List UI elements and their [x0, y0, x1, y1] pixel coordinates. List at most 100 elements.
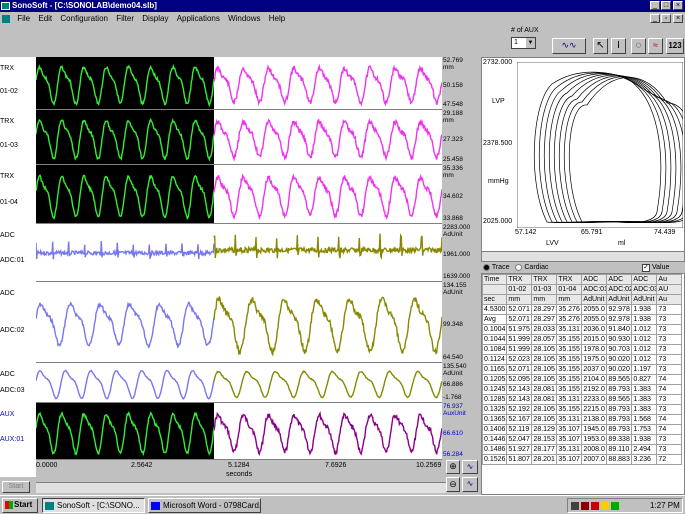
- table-cell[interactable]: 2055.0: [581, 304, 608, 315]
- table-cell[interactable]: 0.1526: [482, 454, 508, 465]
- trace-trx-1[interactable]: [36, 110, 442, 165]
- trace-aux-6[interactable]: [36, 403, 442, 460]
- table-cell[interactable]: 92.978: [606, 314, 633, 325]
- table-cell[interactable]: 2192.0: [581, 384, 608, 395]
- menu-file[interactable]: File: [14, 12, 33, 25]
- doc-icon[interactable]: [0, 12, 12, 25]
- table-cell[interactable]: 52.167: [506, 414, 533, 425]
- table-cell[interactable]: 1.012: [631, 344, 658, 355]
- menu-applications[interactable]: Applications: [174, 12, 223, 25]
- table-cell[interactable]: [482, 284, 508, 295]
- table-cell[interactable]: 1945.0: [581, 424, 608, 435]
- table-cell[interactable]: 1978.0: [581, 344, 608, 355]
- table-cell[interactable]: 28.297: [531, 304, 558, 315]
- start-menu-button[interactable]: Start: [2, 498, 38, 513]
- table-cell[interactable]: 91.840: [606, 324, 633, 335]
- table-cell[interactable]: 52.023: [506, 354, 533, 365]
- table-cell[interactable]: 2055.0: [581, 314, 608, 325]
- table-cell[interactable]: 73: [656, 354, 683, 365]
- zoom-out-button[interactable]: ⊖: [446, 477, 460, 492]
- zoom-in-button[interactable]: ⊕: [446, 460, 460, 474]
- table-cell[interactable]: 4.5300: [482, 304, 508, 315]
- table-cell[interactable]: 2037.0: [581, 364, 608, 375]
- doc-close-button[interactable]: ×: [673, 14, 683, 23]
- tray-icon-1[interactable]: [571, 502, 579, 510]
- table-cell[interactable]: 51.999: [506, 334, 533, 345]
- table-cell[interactable]: 0.1365: [482, 414, 508, 425]
- menu-windows[interactable]: Windows: [225, 12, 263, 25]
- waves-tool-button[interactable]: ≈: [648, 38, 663, 54]
- table-cell[interactable]: 35.155: [556, 364, 583, 375]
- menu-configuration[interactable]: Configuration: [57, 12, 111, 25]
- zoom-wave2-button[interactable]: ∿: [462, 477, 478, 492]
- table-cell[interactable]: 52.143: [506, 394, 533, 405]
- table-cell[interactable]: ADC: [581, 274, 608, 285]
- table-cell[interactable]: 73: [656, 334, 683, 345]
- table-cell[interactable]: 2.494: [631, 444, 658, 455]
- table-cell[interactable]: ADC: [631, 274, 658, 285]
- table-cell[interactable]: 35.276: [556, 314, 583, 325]
- table-cell[interactable]: 88.883: [606, 454, 633, 465]
- table-cell[interactable]: 73: [656, 444, 683, 455]
- pointer-tool-button[interactable]: ↖: [593, 38, 608, 54]
- table-cell[interactable]: 51.999: [506, 344, 533, 355]
- table-cell[interactable]: ADC:02: [606, 284, 633, 295]
- menu-edit[interactable]: Edit: [35, 12, 55, 25]
- table-cell[interactable]: 0.1084: [482, 344, 508, 355]
- table-cell[interactable]: mm: [556, 294, 583, 305]
- app-icon[interactable]: [1, 2, 10, 10]
- minimize-button[interactable]: _: [650, 1, 660, 10]
- table-cell[interactable]: Au: [656, 274, 683, 285]
- table-cell[interactable]: 2007.0: [581, 454, 608, 465]
- table-cell[interactable]: AdUnit: [581, 294, 608, 305]
- table-cell[interactable]: 01-04: [556, 284, 583, 295]
- table-cell[interactable]: 28.201: [531, 454, 558, 465]
- table-cell[interactable]: 92.978: [606, 304, 633, 315]
- table-cell[interactable]: AU: [656, 284, 683, 295]
- table-cell[interactable]: 1.012: [631, 324, 658, 335]
- table-cell[interactable]: 51.975: [506, 324, 533, 335]
- table-cell[interactable]: 90.020: [606, 354, 633, 365]
- table-cell[interactable]: 35.155: [556, 354, 583, 365]
- table-cell[interactable]: mm: [506, 294, 533, 305]
- table-cell[interactable]: 1.568: [631, 414, 658, 425]
- table-cell[interactable]: ADC:01: [581, 284, 608, 295]
- table-cell[interactable]: 28.105: [531, 374, 558, 385]
- doc-restore-button[interactable]: ▫: [661, 14, 671, 23]
- table-cell[interactable]: 89.110: [606, 444, 633, 455]
- table-cell[interactable]: 0.1205: [482, 374, 508, 385]
- table-cell[interactable]: 52.071: [506, 364, 533, 375]
- table-cell[interactable]: 3.236: [631, 454, 658, 465]
- table-cell[interactable]: Time: [482, 274, 508, 285]
- table-cell[interactable]: 89.793: [606, 384, 633, 395]
- table-cell[interactable]: 2036.0: [581, 324, 608, 335]
- table-cell[interactable]: ADC: [606, 274, 633, 285]
- table-cell[interactable]: 1.938: [631, 304, 658, 315]
- table-cell[interactable]: 51.927: [506, 444, 533, 455]
- table-cell[interactable]: 0.1406: [482, 424, 508, 435]
- table-cell[interactable]: 35.155: [556, 344, 583, 355]
- table-cell[interactable]: TRX: [506, 274, 533, 285]
- table-cell[interactable]: 35.107: [556, 454, 583, 465]
- table-cell[interactable]: 1.012: [631, 354, 658, 365]
- cursor-tool-button[interactable]: I: [611, 38, 626, 54]
- table-cell[interactable]: 52.071: [506, 314, 533, 325]
- table-cell[interactable]: 0.827: [631, 374, 658, 385]
- table-cell[interactable]: 90.703: [606, 344, 633, 355]
- aux-count-select[interactable]: 1 ▼: [511, 37, 536, 49]
- cardiac-radio[interactable]: [515, 263, 523, 271]
- task-sonosoft[interactable]: SonoSoft - [C:\SONO...: [42, 498, 145, 513]
- value-checkbox[interactable]: ✓: [642, 264, 650, 272]
- table-cell[interactable]: 35.107: [556, 434, 583, 445]
- table-cell[interactable]: 1.383: [631, 384, 658, 395]
- trace-trx-0[interactable]: [36, 57, 442, 110]
- table-cell[interactable]: 73: [656, 434, 683, 445]
- zoom-wave-button[interactable]: ∿: [462, 460, 478, 474]
- table-cell[interactable]: 90.930: [606, 334, 633, 345]
- menu-filter[interactable]: Filter: [113, 12, 137, 25]
- trace-trx-2[interactable]: [36, 165, 442, 224]
- table-cell[interactable]: 1.753: [631, 424, 658, 435]
- table-cell[interactable]: 0.1245: [482, 384, 508, 395]
- table-cell[interactable]: 0.1325: [482, 404, 508, 415]
- table-cell[interactable]: 35.155: [556, 374, 583, 385]
